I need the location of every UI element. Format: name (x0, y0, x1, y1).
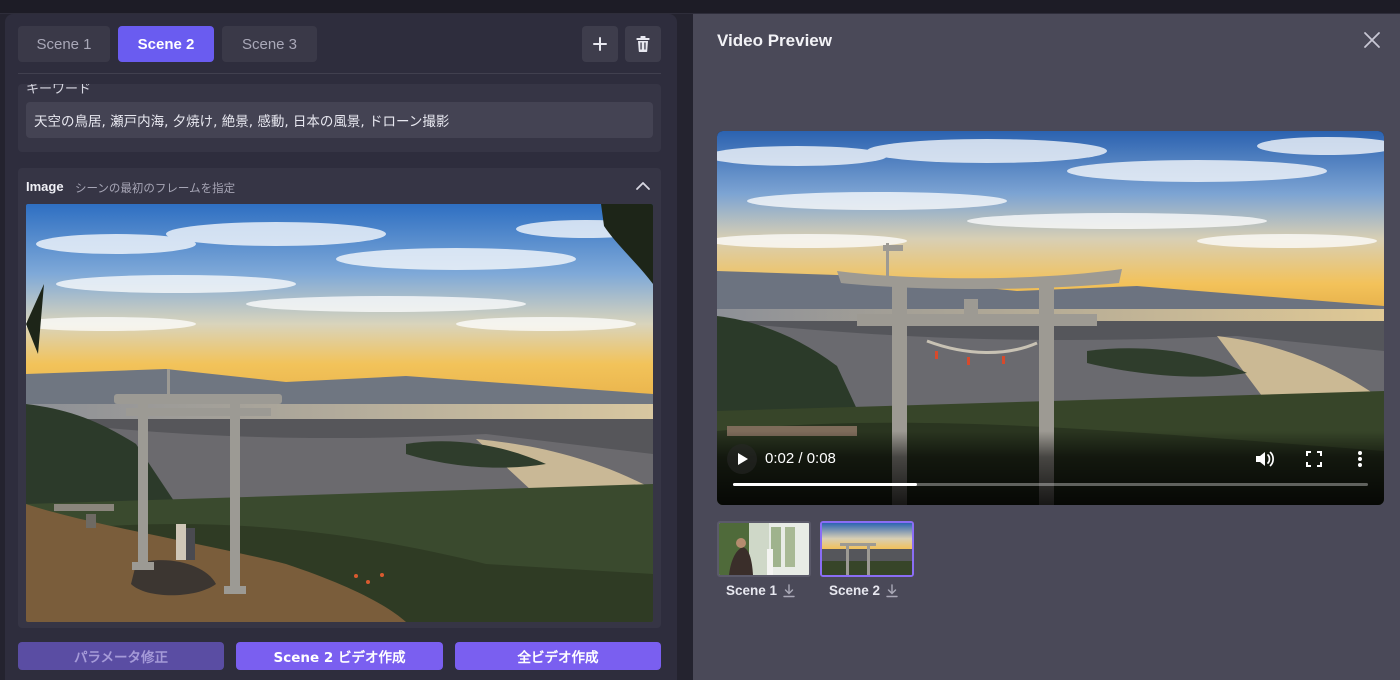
trash-icon (636, 36, 650, 52)
play-button[interactable] (727, 444, 757, 474)
download-icon[interactable] (783, 583, 795, 598)
keywords-input[interactable]: 天空の鳥居, 瀬戸内海, 夕焼け, 絶景, 感動, 日本の風景, ドローン撮影 (26, 102, 653, 138)
thumbnail-scene-2[interactable] (820, 521, 914, 577)
tab-scene-2[interactable]: Scene 2 (118, 26, 214, 62)
window-top-bar (0, 0, 1400, 14)
progress-fill (733, 483, 918, 486)
thumbnail-scene-2-label: Scene 2 (829, 583, 881, 598)
progress-bar[interactable] (733, 483, 1368, 486)
keywords-section: キーワード 天空の鳥居, 瀬戸内海, 夕焼け, 絶景, 感動, 日本の風景, ド… (18, 84, 661, 152)
download-icon[interactable] (886, 583, 898, 598)
close-icon[interactable] (1363, 31, 1381, 49)
thumbnail-label-scene-2: Scene 2 (829, 583, 898, 598)
edit-parameters-button[interactable]: パラメータ修正 (18, 642, 224, 670)
thumbnail-label-scene-1: Scene 1 (726, 583, 795, 598)
action-buttons: パラメータ修正 Scene 2 ビデオ作成 全ビデオ作成 (18, 642, 661, 670)
delete-scene-button[interactable] (625, 26, 661, 62)
volume-button[interactable] (1253, 448, 1275, 470)
tabs-divider (18, 73, 661, 74)
image-section: Image シーンの最初のフレームを指定 (18, 168, 661, 628)
play-icon (727, 444, 757, 474)
image-section-title: Image (26, 179, 64, 194)
more-vertical-icon (1358, 451, 1362, 467)
time-display: 0:02 / 0:08 (765, 450, 836, 467)
video-preview-panel: Video Preview 0:02 / 0:08 Scene 1 Scene … (693, 14, 1400, 680)
scene-tabs: Scene 1 Scene 2 Scene 3 (18, 26, 317, 62)
fullscreen-button[interactable] (1303, 448, 1325, 470)
image-section-subtitle: シーンの最初のフレームを指定 (75, 181, 236, 195)
chevron-up-icon[interactable] (635, 178, 651, 194)
thumbnail-scene-1[interactable] (717, 521, 811, 577)
thumbnail-scene-1-label: Scene 1 (726, 583, 778, 598)
keywords-label: キーワード (26, 84, 92, 96)
video-player[interactable]: 0:02 / 0:08 (717, 131, 1384, 505)
scene-editor-panel: Scene 1 Scene 2 Scene 3 キーワード 天空の鳥居, 瀬戸内… (5, 14, 677, 680)
video-preview-title: Video Preview (717, 31, 832, 50)
create-all-videos-button[interactable]: 全ビデオ作成 (455, 642, 661, 670)
fullscreen-icon (1306, 451, 1322, 467)
volume-icon (1256, 451, 1274, 467)
create-scene-video-button[interactable]: Scene 2 ビデオ作成 (236, 642, 443, 670)
video-controls: 0:02 / 0:08 (717, 431, 1384, 505)
scene-thumbnails: Scene 1 Scene 2 (717, 521, 1017, 611)
tab-scene-3[interactable]: Scene 3 (222, 26, 317, 62)
more-options-button[interactable] (1351, 448, 1369, 470)
first-frame-image[interactable] (26, 204, 653, 622)
add-scene-button[interactable] (582, 26, 618, 62)
plus-icon (593, 37, 607, 51)
tab-scene-1[interactable]: Scene 1 (18, 26, 110, 62)
